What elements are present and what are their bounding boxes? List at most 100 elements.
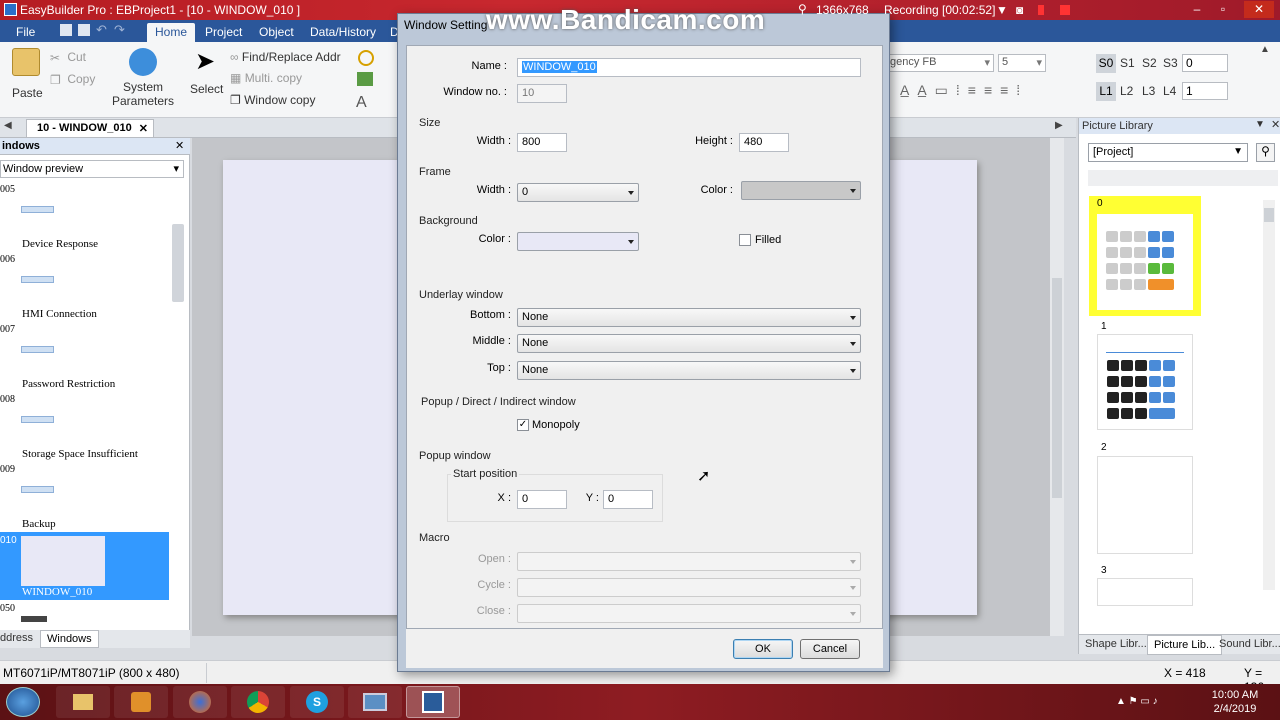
stop-icon[interactable] [1060,5,1070,15]
chevron-down-icon[interactable]: ▼ [1255,119,1265,130]
copy-button[interactable]: ❐ Copy [50,72,95,87]
skype-taskbar-button[interactable]: S [290,686,344,718]
font-size-select[interactable]: 5 ▾ [998,54,1046,72]
close-button[interactable]: ✕ [1244,1,1274,18]
vertical-scrollbar[interactable] [1263,200,1275,590]
tab-home[interactable]: Home [147,23,196,42]
font-a-icon[interactable]: A [356,94,367,112]
picture-viewer-taskbar-button[interactable] [348,686,402,718]
scrollbar-thumb[interactable] [1052,278,1062,498]
tag-icon[interactable] [357,72,373,86]
cursor-x-readout: X = 418 [1164,666,1206,680]
s1-button[interactable]: S1 [1120,56,1135,70]
s0-button[interactable]: S0 [1096,54,1116,73]
window-copy-button[interactable]: ❐ Window copy [230,93,315,107]
filled-checkbox[interactable] [739,234,751,246]
popup-type-group-label: Popup / Direct / Indirect window [421,396,576,408]
vertical-scrollbar[interactable] [1050,138,1064,636]
s3-button[interactable]: S3 [1163,56,1178,70]
cut-button[interactable]: ✂ Cut [50,50,86,65]
close-icon[interactable]: ✕ [1271,118,1280,131]
multi-copy-button[interactable]: ▦ Multi. copy [230,71,302,85]
text-format-toolbar[interactable]: A̲A̲▭⁞≡≡≡⁞ [900,82,1028,99]
find-replace-button[interactable]: ∞ Find/Replace Addr [230,50,341,64]
tab-file[interactable]: File [8,23,43,42]
clock[interactable]: 10:00 AM 2/4/2019 [1210,689,1260,715]
width-field[interactable]: 800 [517,133,567,152]
underlay-middle-dropdown[interactable]: None [517,334,861,353]
scrollbar-thumb[interactable] [1264,208,1274,222]
tab-object[interactable]: Object [251,23,302,42]
list-item[interactable]: 009 Backup [0,464,170,534]
library-item-selected[interactable]: 0 [1089,196,1201,316]
start-button[interactable] [6,687,40,717]
chrome-taskbar-button[interactable] [231,686,285,718]
cancel-button[interactable]: Cancel [800,639,860,659]
tab-scroll-left-icon[interactable]: ◀ [4,120,12,131]
bg-color-picker[interactable] [517,232,639,251]
close-icon[interactable]: ✕ [175,139,184,152]
ok-button[interactable]: OK [733,639,793,659]
media-player-taskbar-button[interactable] [114,686,168,718]
tab-windows[interactable]: Windows [40,630,99,648]
font-family-select[interactable]: gency FB ▾ [886,54,994,72]
monopoly-label: Monopoly [532,419,580,431]
pause-icon[interactable] [1038,5,1044,15]
name-field[interactable]: WINDOW_010 [517,58,861,77]
s-spinner[interactable]: 0 [1182,54,1228,72]
library-select[interactable]: [Project] ▼ [1088,143,1248,162]
list-item[interactable]: 008 Storage Space Insufficient [0,394,170,464]
monopoly-checkbox[interactable]: ✓ [517,419,529,431]
library-item[interactable] [1097,456,1193,554]
s2-button[interactable]: S2 [1142,56,1157,70]
frame-width-dropdown[interactable]: 0 [517,183,639,202]
tab-picture-library[interactable]: Picture Lib... [1147,635,1223,655]
tab-shape-library[interactable]: Shape Libr... [1085,638,1147,650]
search-icon[interactable]: ⚲ [1256,143,1275,162]
bulb-icon[interactable] [358,50,374,66]
list-item-selected[interactable]: 010 WINDOW_010 [0,532,169,600]
list-item[interactable]: 007 Password Restriction [0,324,170,394]
chevron-down-icon[interactable]: ▼ [996,3,1008,17]
firefox-taskbar-button[interactable] [173,686,227,718]
underlay-bottom-dropdown[interactable]: None [517,308,861,327]
ribbon-collapse-icon[interactable]: ▲ [1260,44,1270,55]
window-thumbnail [21,416,54,423]
tab-sound-library[interactable]: Sound Libr... [1219,638,1280,650]
tab-data-history[interactable]: Data/History [302,23,384,42]
camera-icon[interactable]: ◙ [1016,3,1023,17]
window-preview-select[interactable]: Window preview ▾ [0,160,184,178]
system-parameters-button[interactable]: System Parameters [112,48,174,108]
start-x-field[interactable]: 0 [517,490,567,509]
l-spinner[interactable]: 1 [1182,82,1228,100]
minimize-button[interactable]: – [1186,1,1208,18]
redo-icon[interactable]: ↷ [114,22,125,38]
scrollbar-thumb[interactable] [172,224,184,302]
tray-icons[interactable]: ▲ ⚑ ▭ ♪ [1116,696,1158,707]
height-field[interactable]: 480 [739,133,789,152]
save-icon[interactable] [60,24,72,36]
library-item[interactable] [1097,334,1193,430]
list-item[interactable]: 005 Device Response [0,184,170,254]
select-button[interactable]: ➤ Select [190,48,223,96]
undo-icon[interactable]: ↶ [96,22,107,38]
close-icon[interactable]: ✕ [139,122,148,135]
explorer-taskbar-button[interactable] [56,686,110,718]
frame-color-picker[interactable] [741,181,861,200]
l2-button[interactable]: L2 [1120,84,1133,98]
l3-button[interactable]: L3 [1142,84,1155,98]
list-item[interactable]: 006 HMI Connection [0,254,170,324]
restore-button[interactable]: ▫ [1212,1,1234,18]
new-window-icon[interactable] [78,24,90,36]
tab-window-010[interactable]: 10 - WINDOW_010 ✕ [26,119,154,137]
l1-button[interactable]: L1 [1096,82,1116,101]
start-y-field[interactable]: 0 [603,490,653,509]
tab-address[interactable]: ddress [0,632,33,644]
underlay-top-dropdown[interactable]: None [517,361,861,380]
l4-button[interactable]: L4 [1163,84,1176,98]
easybuilder-taskbar-button[interactable] [406,686,460,718]
library-item[interactable] [1097,578,1193,606]
paste-button[interactable]: Paste [12,48,43,100]
tab-scroll-right-icon[interactable]: ▶ [1055,120,1063,131]
tab-project[interactable]: Project [197,23,250,42]
